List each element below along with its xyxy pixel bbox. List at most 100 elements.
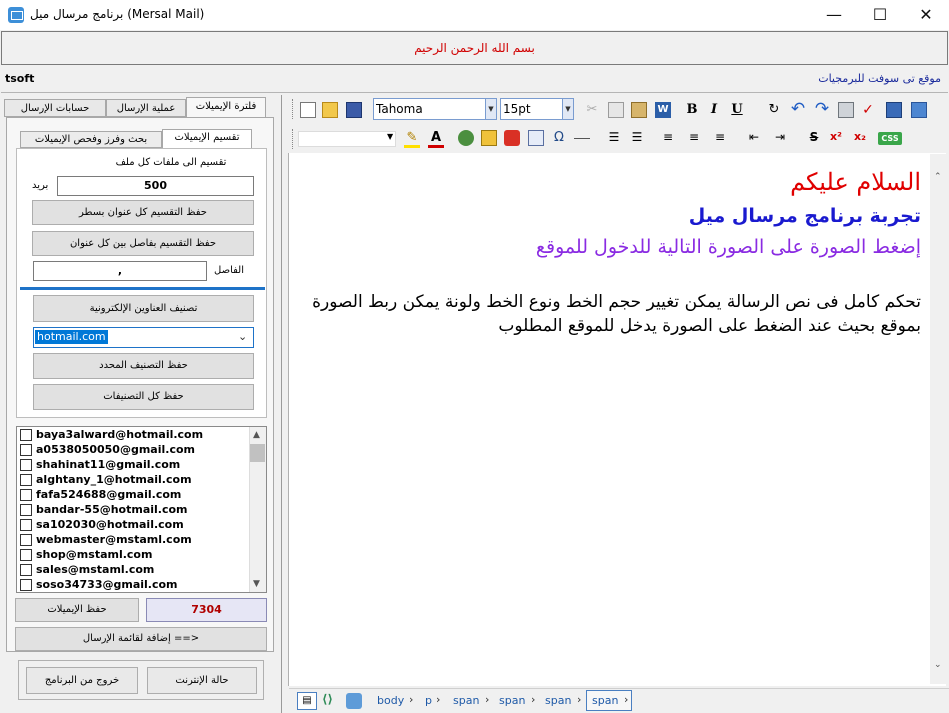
find-binoculars-icon[interactable] xyxy=(886,102,902,118)
toolbar-grip[interactable] xyxy=(292,99,294,119)
save-selected-classification-button[interactable]: حفظ التصنيف المحدد xyxy=(33,353,254,379)
insert-image-icon[interactable] xyxy=(911,102,927,118)
save-split-separator-button[interactable]: حفظ التقسيم بفاصل بين كل عنوان xyxy=(32,231,254,256)
font-family-select[interactable]: Tahoma xyxy=(373,98,497,120)
align-center-icon[interactable]: ≡ xyxy=(686,130,702,146)
save-split-per-line-button[interactable]: حفظ التقسيم كل عنوان بسطر xyxy=(32,200,254,225)
cut-icon[interactable]: ✂ xyxy=(584,102,600,118)
subscript-icon[interactable]: x₂ xyxy=(852,130,868,146)
scroll-up-icon[interactable]: ▲ xyxy=(253,430,260,440)
highlight-color-icon[interactable]: ✎ xyxy=(404,130,420,146)
email-checkbox[interactable] xyxy=(20,488,32,501)
insert-picture-icon[interactable] xyxy=(481,130,497,146)
email-checkbox[interactable] xyxy=(20,473,32,486)
chevron-down-icon[interactable]: ⌄ xyxy=(238,330,247,343)
horizontal-rule-icon[interactable] xyxy=(574,138,590,139)
print-icon[interactable] xyxy=(838,102,854,118)
italic-button[interactable]: I xyxy=(706,102,722,118)
paste-icon[interactable] xyxy=(631,102,647,118)
underline-button[interactable]: U xyxy=(729,102,745,118)
breadcrumb-item[interactable]: span xyxy=(453,694,479,707)
special-char-icon[interactable]: Ω xyxy=(551,130,567,146)
chevron-up-icon[interactable]: ⌃ xyxy=(934,172,942,182)
email-list-item[interactable]: sa102030@hotmail.com xyxy=(20,517,184,532)
save-emails-button[interactable]: حفظ الإيميلات xyxy=(15,598,139,622)
email-list-item[interactable]: shahinat11@gmail.com xyxy=(20,457,180,472)
email-checkbox[interactable] xyxy=(20,518,32,531)
font-color-icon[interactable]: A xyxy=(428,130,444,146)
breadcrumb-item[interactable]: span xyxy=(545,694,571,707)
email-list-item[interactable]: a0538050050@gmail.com xyxy=(20,442,195,457)
chevron-down-icon[interactable]: ⌄ xyxy=(934,660,942,670)
insert-table-icon[interactable] xyxy=(528,130,544,146)
email-list-item[interactable]: baya3alward@hotmail.com xyxy=(20,427,203,442)
spellcheck-icon[interactable]: ✓ xyxy=(860,102,876,118)
chevron-down-icon[interactable]: ▼ xyxy=(387,132,393,141)
chevron-down-icon[interactable]: ▼ xyxy=(485,99,496,119)
insert-video-icon[interactable] xyxy=(504,130,520,146)
email-list-item[interactable]: fafa524688@gmail.com xyxy=(20,487,181,502)
subtab-search-sort[interactable]: بحث وفرز وفحص الإيميلات xyxy=(20,131,162,148)
exit-button[interactable]: خروج من البرنامج xyxy=(26,667,138,694)
tab-email-filter[interactable]: فلترة الإيميلات xyxy=(186,97,266,117)
strikethrough-button[interactable]: S xyxy=(806,130,822,146)
message-editor[interactable] xyxy=(288,153,946,686)
open-folder-icon[interactable] xyxy=(322,102,338,118)
scroll-down-icon[interactable]: ▼ xyxy=(253,579,260,589)
preview-icon[interactable] xyxy=(346,693,362,709)
editor-scrollbar[interactable] xyxy=(930,154,947,684)
breadcrumb-item[interactable]: span xyxy=(499,694,525,707)
breadcrumb-item[interactable]: p xyxy=(425,694,432,707)
email-checkbox[interactable] xyxy=(20,428,32,441)
superscript-icon[interactable]: x² xyxy=(828,130,844,146)
split-count-input[interactable]: 500 xyxy=(57,176,254,196)
toolbar-grip[interactable] xyxy=(292,129,294,149)
save-all-classifications-button[interactable]: حفظ كل التصنيفات xyxy=(33,384,254,410)
word-paste-icon[interactable]: W xyxy=(655,102,671,118)
close-button[interactable]: ✕ xyxy=(903,0,949,30)
redo-icon[interactable]: ↷ xyxy=(814,101,830,118)
email-checkbox[interactable] xyxy=(20,548,32,561)
separator-input[interactable]: , xyxy=(33,261,207,281)
email-checkbox[interactable] xyxy=(20,503,32,516)
breadcrumb-item[interactable]: span xyxy=(592,694,618,707)
copy-icon[interactable] xyxy=(608,102,624,118)
paragraph-style-select[interactable] xyxy=(298,131,396,147)
email-checkbox[interactable] xyxy=(20,458,32,471)
maximize-button[interactable]: ☐ xyxy=(857,0,903,30)
site-link[interactable]: موقع تى سوفت للبرمجيات xyxy=(818,72,941,85)
subtab-split-emails[interactable]: تقسيم الإيميلات xyxy=(162,129,252,149)
html-view-icon[interactable]: ⟨⟩ xyxy=(322,692,333,706)
email-list-item[interactable]: shop@mstaml.com xyxy=(20,547,152,562)
align-right-icon[interactable]: ≡ xyxy=(712,130,728,146)
tab-send-accounts[interactable]: حسابات الإرسال xyxy=(4,99,106,117)
tab-send-process[interactable]: عملية الإرسال xyxy=(106,99,186,117)
bold-button[interactable]: B xyxy=(684,102,700,118)
bullet-list-icon[interactable]: ☰ xyxy=(629,130,645,146)
email-list-item[interactable]: sales@mstaml.com xyxy=(20,562,154,577)
new-document-icon[interactable] xyxy=(300,102,316,118)
email-list-item[interactable]: webmaster@mstaml.com xyxy=(20,532,192,547)
email-checkbox[interactable] xyxy=(20,578,32,591)
breadcrumb-item[interactable]: body xyxy=(377,694,404,707)
indent-icon[interactable]: ⇥ xyxy=(772,130,788,146)
editor-link-line[interactable]: إضغط الصورة على الصورة التالية للدخول لل… xyxy=(536,236,921,258)
undo-icon[interactable]: ↶ xyxy=(790,101,806,118)
email-list-item[interactable]: bandar-55@hotmail.com xyxy=(20,502,188,517)
insert-link-icon[interactable] xyxy=(458,130,474,146)
email-checkbox[interactable] xyxy=(20,533,32,546)
add-to-send-list-button[interactable]: إضافة لقائمة الإرسال ==> xyxy=(15,627,267,651)
outdent-icon[interactable]: ⇤ xyxy=(746,130,762,146)
save-disk-icon[interactable] xyxy=(346,102,362,118)
numbered-list-icon[interactable]: ☰ xyxy=(606,130,622,146)
email-checkbox[interactable] xyxy=(20,443,32,456)
minimize-button[interactable]: — xyxy=(811,0,857,30)
internet-status-button[interactable]: حالة الإنترنت xyxy=(147,667,257,694)
classify-addresses-button[interactable]: تصنيف العناوين الإلكترونية xyxy=(33,295,254,322)
design-view-icon[interactable]: ▤ xyxy=(297,692,317,710)
align-left-icon[interactable]: ≡ xyxy=(660,130,676,146)
refresh-icon[interactable]: ↻ xyxy=(766,102,782,118)
email-list-item[interactable]: alghtany_1@hotmail.com xyxy=(20,472,192,487)
css-badge-icon[interactable]: CSS xyxy=(878,132,902,145)
email-list-item[interactable]: soso34733@gmail.com xyxy=(20,577,178,592)
